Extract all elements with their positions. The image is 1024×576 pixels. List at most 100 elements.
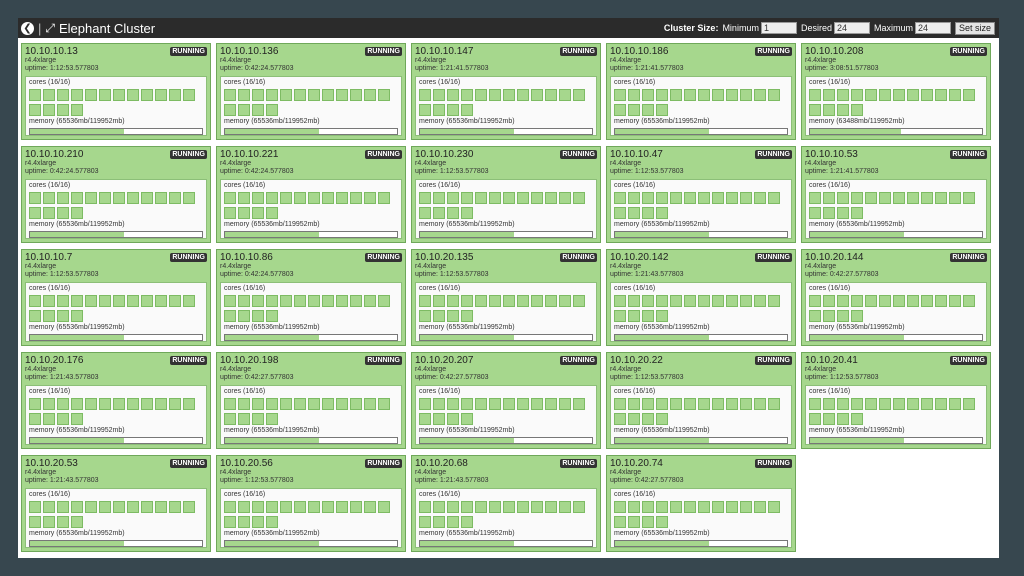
core-cell	[322, 192, 334, 204]
core-cell	[809, 309, 821, 322]
memory-bar	[224, 128, 398, 135]
core-cell	[559, 192, 571, 204]
memory-bar-fill	[225, 541, 319, 546]
core-cell	[809, 295, 821, 307]
core-cell	[670, 398, 682, 410]
core-cell	[378, 89, 390, 101]
node-card[interactable]: 10.10.10.147 r4.4xlarge uptime: 1:21:41.57…	[411, 43, 601, 140]
core-cell	[43, 309, 55, 322]
core-grid	[614, 501, 788, 528]
node-card[interactable]: 10.10.20.135 r4.4xlarge uptime: 1:12:53.57…	[411, 249, 601, 346]
node-uptime: uptime: 0:42:24.577803	[220, 65, 294, 72]
node-card[interactable]: 10.10.20.74 r4.4xlarge uptime: 0:42:27.577…	[606, 455, 796, 552]
core-cell	[614, 309, 626, 322]
node-card[interactable]: 10.10.20.53 r4.4xlarge uptime: 1:21:43.577…	[21, 455, 211, 552]
minimum-input[interactable]	[760, 22, 797, 34]
core-cell	[503, 89, 515, 101]
core-cell	[949, 89, 961, 101]
core-cell	[364, 89, 376, 101]
core-cell	[224, 295, 236, 307]
node-card[interactable]: 10.10.20.176 r4.4xlarge uptime: 1:21:43.57…	[21, 352, 211, 449]
node-card[interactable]: 10.10.10.210 r4.4xlarge uptime: 0:42:24.57…	[21, 146, 211, 243]
node-card[interactable]: 10.10.10.186 r4.4xlarge uptime: 1:21:41.57…	[606, 43, 796, 140]
node-card[interactable]: 10.10.20.144 r4.4xlarge uptime: 0:42:27.57…	[801, 249, 991, 346]
node-resources: cores (16/16) memory (65536mb/119952mb)	[610, 282, 792, 342]
memory-bar-fill	[615, 541, 709, 546]
core-cell	[768, 89, 780, 101]
core-cell	[419, 412, 431, 425]
node-card[interactable]: 10.10.20.22 r4.4xlarge uptime: 1:12:53.577…	[606, 352, 796, 449]
core-cell	[935, 295, 947, 307]
core-cell	[224, 309, 236, 322]
node-grid: 10.10.10.13 r4.4xlarge uptime: 1:12:53.577…	[21, 43, 991, 552]
core-cell	[57, 515, 69, 528]
memory-label: memory (65536mb/119952mb)	[419, 118, 515, 125]
back-arrow-icon[interactable]: ❮	[21, 21, 34, 35]
core-cell	[698, 501, 710, 513]
node-instance-type: r4.4xlarge	[805, 263, 837, 270]
node-card[interactable]: 10.10.10.13 r4.4xlarge uptime: 1:12:53.577…	[21, 43, 211, 140]
core-cell	[85, 192, 97, 204]
node-instance-type: r4.4xlarge	[610, 160, 642, 167]
memory-bar	[614, 128, 788, 135]
node-card[interactable]: 10.10.20.68 r4.4xlarge uptime: 1:21:43.577…	[411, 455, 601, 552]
memory-label: memory (65536mb/119952mb)	[29, 221, 125, 228]
set-size-button[interactable]: Set size	[954, 21, 995, 35]
node-uptime: uptime: 0:42:24.577803	[220, 168, 294, 175]
desired-input[interactable]	[833, 22, 870, 34]
core-cell	[252, 501, 264, 513]
memory-bar	[809, 437, 983, 444]
core-cell	[489, 192, 501, 204]
core-cell	[419, 89, 431, 101]
node-instance-type: r4.4xlarge	[220, 160, 252, 167]
node-card[interactable]: 10.10.20.56 r4.4xlarge uptime: 1:12:53.577…	[216, 455, 406, 552]
core-cell	[851, 309, 863, 322]
node-card[interactable]: 10.10.20.198 r4.4xlarge uptime: 0:42:27.57…	[216, 352, 406, 449]
node-card[interactable]: 10.10.20.207 r4.4xlarge uptime: 0:42:27.57…	[411, 352, 601, 449]
core-cell	[461, 398, 473, 410]
node-card[interactable]: 10.10.10.208 r4.4xlarge uptime: 3:08:51.57…	[801, 43, 991, 140]
core-cell	[684, 398, 696, 410]
core-grid	[224, 295, 398, 322]
core-cell	[823, 412, 835, 425]
node-card[interactable]: 10.10.10.230 r4.4xlarge uptime: 1:12:53.57…	[411, 146, 601, 243]
core-cell	[726, 501, 738, 513]
memory-label: memory (65536mb/119952mb)	[29, 427, 125, 434]
memory-bar-fill	[30, 335, 124, 340]
core-cell	[907, 398, 919, 410]
memory-bar-fill	[30, 232, 124, 237]
core-cell	[628, 501, 640, 513]
node-card[interactable]: 10.10.20.142 r4.4xlarge uptime: 1:21:43.57…	[606, 249, 796, 346]
core-grid	[29, 89, 203, 116]
core-cell	[43, 206, 55, 219]
node-card[interactable]: 10.10.20.41 r4.4xlarge uptime: 1:12:53.577…	[801, 352, 991, 449]
core-grid	[614, 295, 788, 322]
node-card[interactable]: 10.10.10.221 r4.4xlarge uptime: 0:42:24.57…	[216, 146, 406, 243]
core-cell	[238, 295, 250, 307]
node-card[interactable]: 10.10.10.53 r4.4xlarge uptime: 1:21:41.577…	[801, 146, 991, 243]
core-cell	[29, 103, 41, 116]
memory-bar	[614, 231, 788, 238]
status-badge: RUNNING	[365, 47, 402, 56]
core-cell	[433, 206, 445, 219]
core-cell	[238, 412, 250, 425]
maximum-input[interactable]	[914, 22, 951, 34]
node-card[interactable]: 10.10.10.7 r4.4xlarge uptime: 1:12:53.5778…	[21, 249, 211, 346]
node-card[interactable]: 10.10.10.47 r4.4xlarge uptime: 1:12:53.577…	[606, 146, 796, 243]
core-cell	[99, 89, 111, 101]
node-card[interactable]: 10.10.10.86 r4.4xlarge uptime: 0:42:24.577…	[216, 249, 406, 346]
core-cell	[573, 192, 585, 204]
memory-bar	[419, 128, 593, 135]
core-cell	[614, 412, 626, 425]
core-cell	[183, 89, 195, 101]
core-cell	[503, 295, 515, 307]
memory-bar	[224, 334, 398, 341]
core-cell	[837, 89, 849, 101]
node-resources: cores (16/16) memory (65536mb/119952mb)	[415, 179, 597, 239]
expand-icon[interactable]: ⤢	[45, 21, 55, 36]
core-cell	[754, 501, 766, 513]
top-bar: ❮ | ⤢ Elephant Cluster Cluster Size: Min…	[18, 18, 999, 38]
core-cell	[364, 501, 376, 513]
node-card[interactable]: 10.10.10.136 r4.4xlarge uptime: 0:42:24.57…	[216, 43, 406, 140]
core-cell	[879, 398, 891, 410]
